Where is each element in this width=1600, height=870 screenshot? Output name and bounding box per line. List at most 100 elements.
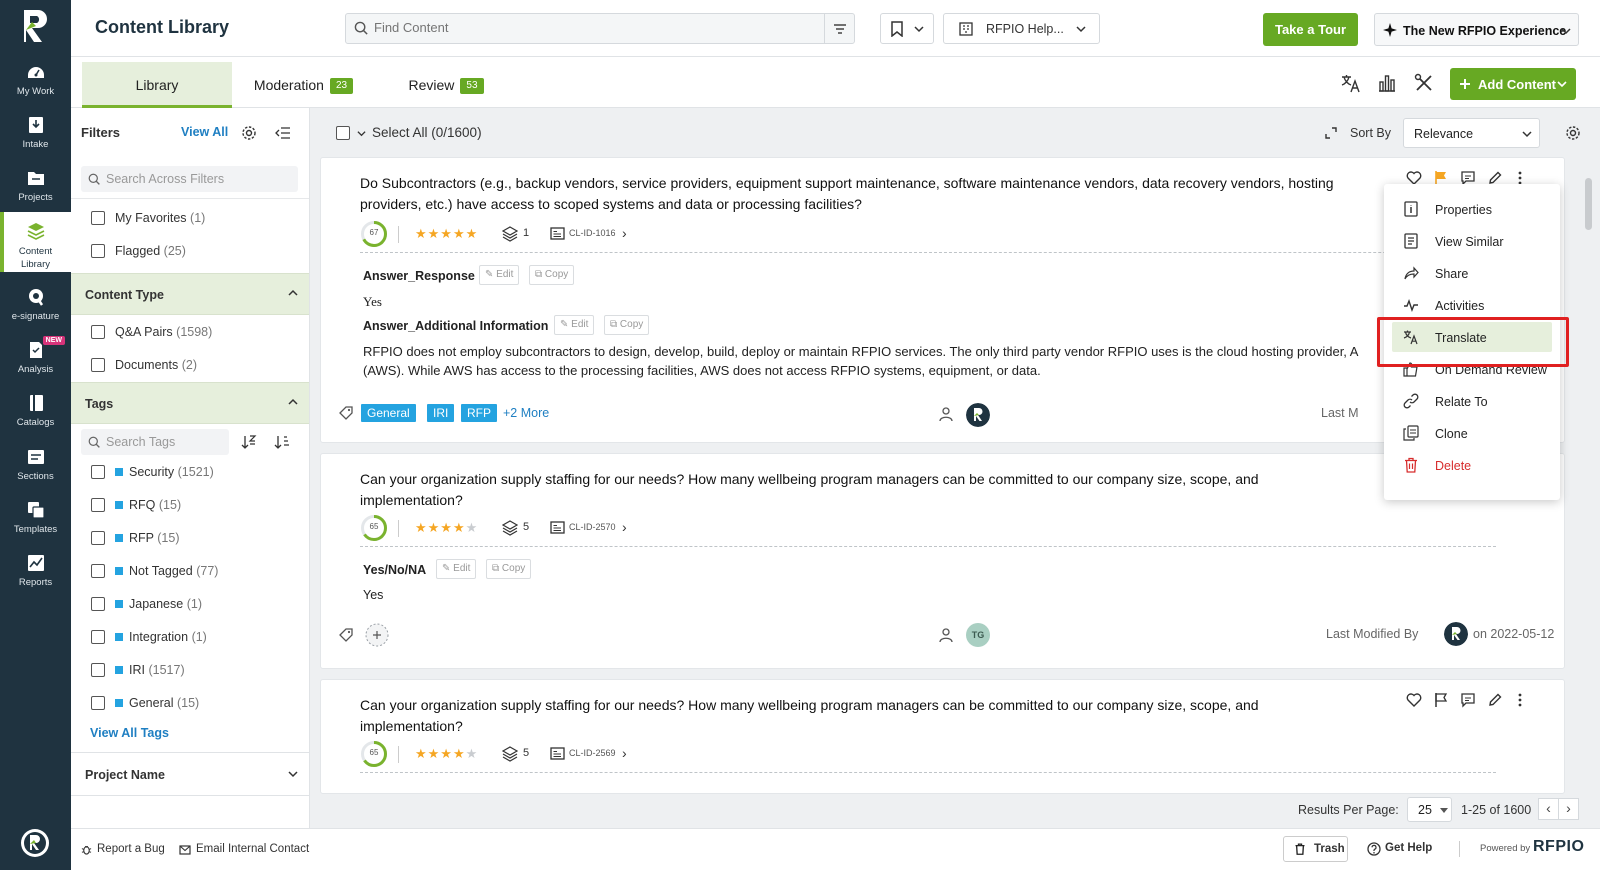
star-rating[interactable]: ★★★★★: [415, 746, 478, 762]
checkbox[interactable]: [91, 630, 105, 644]
tag-chip[interactable]: General: [361, 404, 416, 422]
sort-count-icon[interactable]: [274, 434, 290, 450]
nav-sections[interactable]: Sections: [0, 447, 71, 485]
more-tags-link[interactable]: +2 More: [503, 406, 549, 420]
saved-search-button[interactable]: [880, 13, 934, 44]
checkbox[interactable]: [91, 597, 105, 611]
search-across-filters[interactable]: Search Across Filters: [81, 166, 298, 192]
assign-user-icon[interactable]: [939, 627, 955, 643]
get-help-link[interactable]: Get Help: [1385, 842, 1432, 854]
star-rating[interactable]: ★★★★★: [415, 226, 478, 242]
checkbox[interactable]: [91, 531, 105, 545]
filters-view-all-link[interactable]: View All: [181, 125, 228, 139]
tab-moderation[interactable]: Moderation 23: [241, 62, 366, 108]
menu-item-delete[interactable]: Delete: [1384, 450, 1560, 480]
menu-item-share[interactable]: Share: [1384, 258, 1560, 288]
results-per-page-select[interactable]: 25: [1407, 797, 1452, 822]
nav-intake[interactable]: Intake: [0, 115, 71, 153]
checkbox[interactable]: [91, 564, 105, 578]
chevron-right-icon[interactable]: ›: [622, 745, 627, 761]
bar-chart-icon[interactable]: [1376, 72, 1398, 94]
chevron-right-icon[interactable]: ›: [622, 225, 627, 241]
nav-e-signature[interactable]: e-signature: [0, 287, 71, 325]
project-name-section-toggle[interactable]: Project Name: [71, 752, 309, 796]
sort-by-select[interactable]: Relevance: [1403, 118, 1540, 148]
content-card[interactable]: Do Subcontractors (e.g., backup vendors,…: [320, 157, 1565, 443]
answer-text[interactable]: Yes: [363, 294, 382, 310]
answer-text[interactable]: RFPIO does not employ subcontractors to …: [363, 342, 1373, 380]
nav-templates[interactable]: Templates: [0, 500, 71, 538]
search-filter-button[interactable]: [824, 14, 854, 43]
scrollbar-thumb[interactable]: [1585, 178, 1592, 230]
tag-chip[interactable]: RFP: [461, 404, 497, 422]
menu-item-activities[interactable]: Activities: [1384, 290, 1560, 320]
tag-chip[interactable]: IRI: [427, 404, 455, 422]
menu-item-relate-to[interactable]: Relate To: [1384, 386, 1560, 416]
new-experience-button[interactable]: The New RFPIO Experience: [1374, 13, 1579, 46]
checkbox[interactable]: [91, 663, 105, 677]
checkbox[interactable]: [91, 696, 105, 710]
copy-field-button[interactable]: ⧉ Copy: [529, 265, 575, 285]
edit-icon[interactable]: [1487, 692, 1503, 708]
assign-user-icon[interactable]: [939, 406, 955, 422]
tools-icon[interactable]: [1413, 72, 1435, 94]
nav-my-work[interactable]: My Work: [0, 62, 71, 100]
edit-field-button[interactable]: ✎ Edit: [479, 265, 520, 285]
workspace-select[interactable]: RFPIO Help...: [943, 13, 1100, 44]
comment-icon[interactable]: [1460, 692, 1476, 708]
checkbox[interactable]: [91, 498, 105, 512]
take-a-tour-button[interactable]: Take a Tour: [1263, 13, 1358, 46]
nav-reports[interactable]: Reports: [0, 553, 71, 591]
previous-page-button[interactable]: ‹: [1538, 798, 1559, 820]
select-all-checkbox[interactable]: [336, 126, 350, 140]
add-tag-icon[interactable]: [365, 623, 389, 647]
answer-text[interactable]: Yes: [363, 588, 383, 602]
more-vertical-icon[interactable]: [1512, 692, 1528, 708]
nav-content-library[interactable]: Content Library: [0, 212, 71, 272]
sort-alpha-icon[interactable]: [241, 434, 257, 450]
rfpio-logo[interactable]: [20, 8, 50, 44]
find-content-input[interactable]: [374, 20, 814, 35]
question-text[interactable]: Can your organization supply staffing fo…: [360, 695, 1360, 737]
trash-button[interactable]: Trash: [1283, 836, 1348, 862]
tag-icon[interactable]: [339, 627, 354, 642]
checkbox[interactable]: [91, 358, 105, 372]
collapse-panel-icon[interactable]: [275, 125, 291, 141]
content-card[interactable]: Can your organization supply staffing fo…: [320, 453, 1565, 669]
nav-analysis[interactable]: NEW Analysis: [0, 336, 71, 378]
menu-item-view-similar[interactable]: View Similar: [1384, 226, 1560, 256]
copy-field-button[interactable]: ⧉ Copy: [486, 559, 532, 579]
tag-icon[interactable]: [339, 405, 354, 420]
question-text[interactable]: Can your organization supply staffing fo…: [360, 469, 1360, 511]
question-text[interactable]: Do Subcontractors (e.g., backup vendors,…: [360, 173, 1360, 215]
next-page-button[interactable]: ›: [1558, 798, 1579, 820]
tab-library[interactable]: Library: [82, 62, 232, 108]
chevron-right-icon[interactable]: ›: [622, 519, 627, 535]
tags-section-toggle[interactable]: Tags: [71, 382, 309, 424]
star-rating[interactable]: ★★★★★: [415, 520, 478, 536]
report-bug-link[interactable]: Report a Bug: [97, 843, 165, 855]
heart-icon[interactable]: [1406, 692, 1422, 708]
nav-catalogs[interactable]: Catalogs: [0, 393, 71, 431]
owner-avatar[interactable]: [966, 403, 990, 427]
rfpio-round-logo[interactable]: [20, 828, 50, 858]
find-content-search[interactable]: [345, 13, 855, 44]
search-tags-input[interactable]: Search Tags: [81, 429, 229, 455]
view-all-tags-link[interactable]: View All Tags: [90, 726, 169, 740]
email-internal-contact-link[interactable]: Email Internal Contact: [196, 843, 309, 855]
content-card[interactable]: Can your organization supply staffing fo…: [320, 679, 1565, 794]
content-id[interactable]: CL-ID-2569: [569, 748, 616, 758]
tab-review[interactable]: Review 53: [391, 62, 501, 108]
chevron-down-icon[interactable]: [357, 129, 366, 138]
content-type-section-toggle[interactable]: Content Type: [71, 273, 309, 315]
expand-icon[interactable]: [1324, 126, 1338, 140]
owner-avatar[interactable]: TG: [966, 623, 990, 647]
copy-field-button[interactable]: ⧉ Copy: [604, 315, 650, 335]
flag-icon[interactable]: [1433, 692, 1449, 708]
nav-projects[interactable]: Projects: [0, 168, 71, 206]
modifier-avatar[interactable]: [1444, 622, 1468, 646]
checkbox[interactable]: [91, 325, 105, 339]
translate-icon[interactable]: [1340, 72, 1362, 94]
checkbox[interactable]: [91, 244, 105, 258]
checkbox[interactable]: [91, 211, 105, 225]
